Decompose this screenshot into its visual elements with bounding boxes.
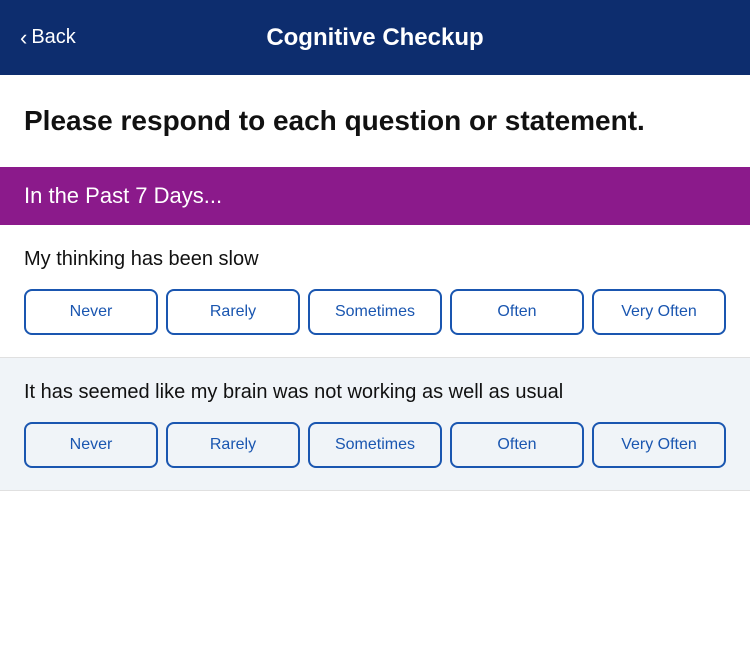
q1-rarely-button[interactable]: Rarely <box>166 289 300 335</box>
page-title: Cognitive Checkup <box>266 24 483 52</box>
q1-sometimes-button[interactable]: Sometimes <box>308 289 442 335</box>
section-header-text: In the Past 7 Days... <box>24 183 222 208</box>
back-button[interactable]: ‹ Back <box>20 25 76 51</box>
question-1-text: My thinking has been slow <box>24 245 726 273</box>
q2-sometimes-button[interactable]: Sometimes <box>308 422 442 468</box>
q1-very-often-button[interactable]: Very Often <box>592 289 726 335</box>
instruction-section: Please respond to each question or state… <box>0 75 750 167</box>
question-block-2: It has seemed like my brain was not work… <box>0 358 750 491</box>
back-label: Back <box>31 26 75 49</box>
back-chevron-icon: ‹ <box>20 25 27 51</box>
section-header: In the Past 7 Days... <box>0 167 750 225</box>
q1-often-button[interactable]: Often <box>450 289 584 335</box>
q2-never-button[interactable]: Never <box>24 422 158 468</box>
response-options-2: Never Rarely Sometimes Often Very Often <box>24 422 726 468</box>
instruction-text: Please respond to each question or state… <box>24 103 726 139</box>
q2-very-often-button[interactable]: Very Often <box>592 422 726 468</box>
q1-never-button[interactable]: Never <box>24 289 158 335</box>
q2-rarely-button[interactable]: Rarely <box>166 422 300 468</box>
question-2-text: It has seemed like my brain was not work… <box>24 378 726 406</box>
response-options-1: Never Rarely Sometimes Often Very Often <box>24 289 726 335</box>
header: ‹ Back Cognitive Checkup <box>0 0 750 75</box>
q2-often-button[interactable]: Often <box>450 422 584 468</box>
question-block-1: My thinking has been slow Never Rarely S… <box>0 225 750 358</box>
